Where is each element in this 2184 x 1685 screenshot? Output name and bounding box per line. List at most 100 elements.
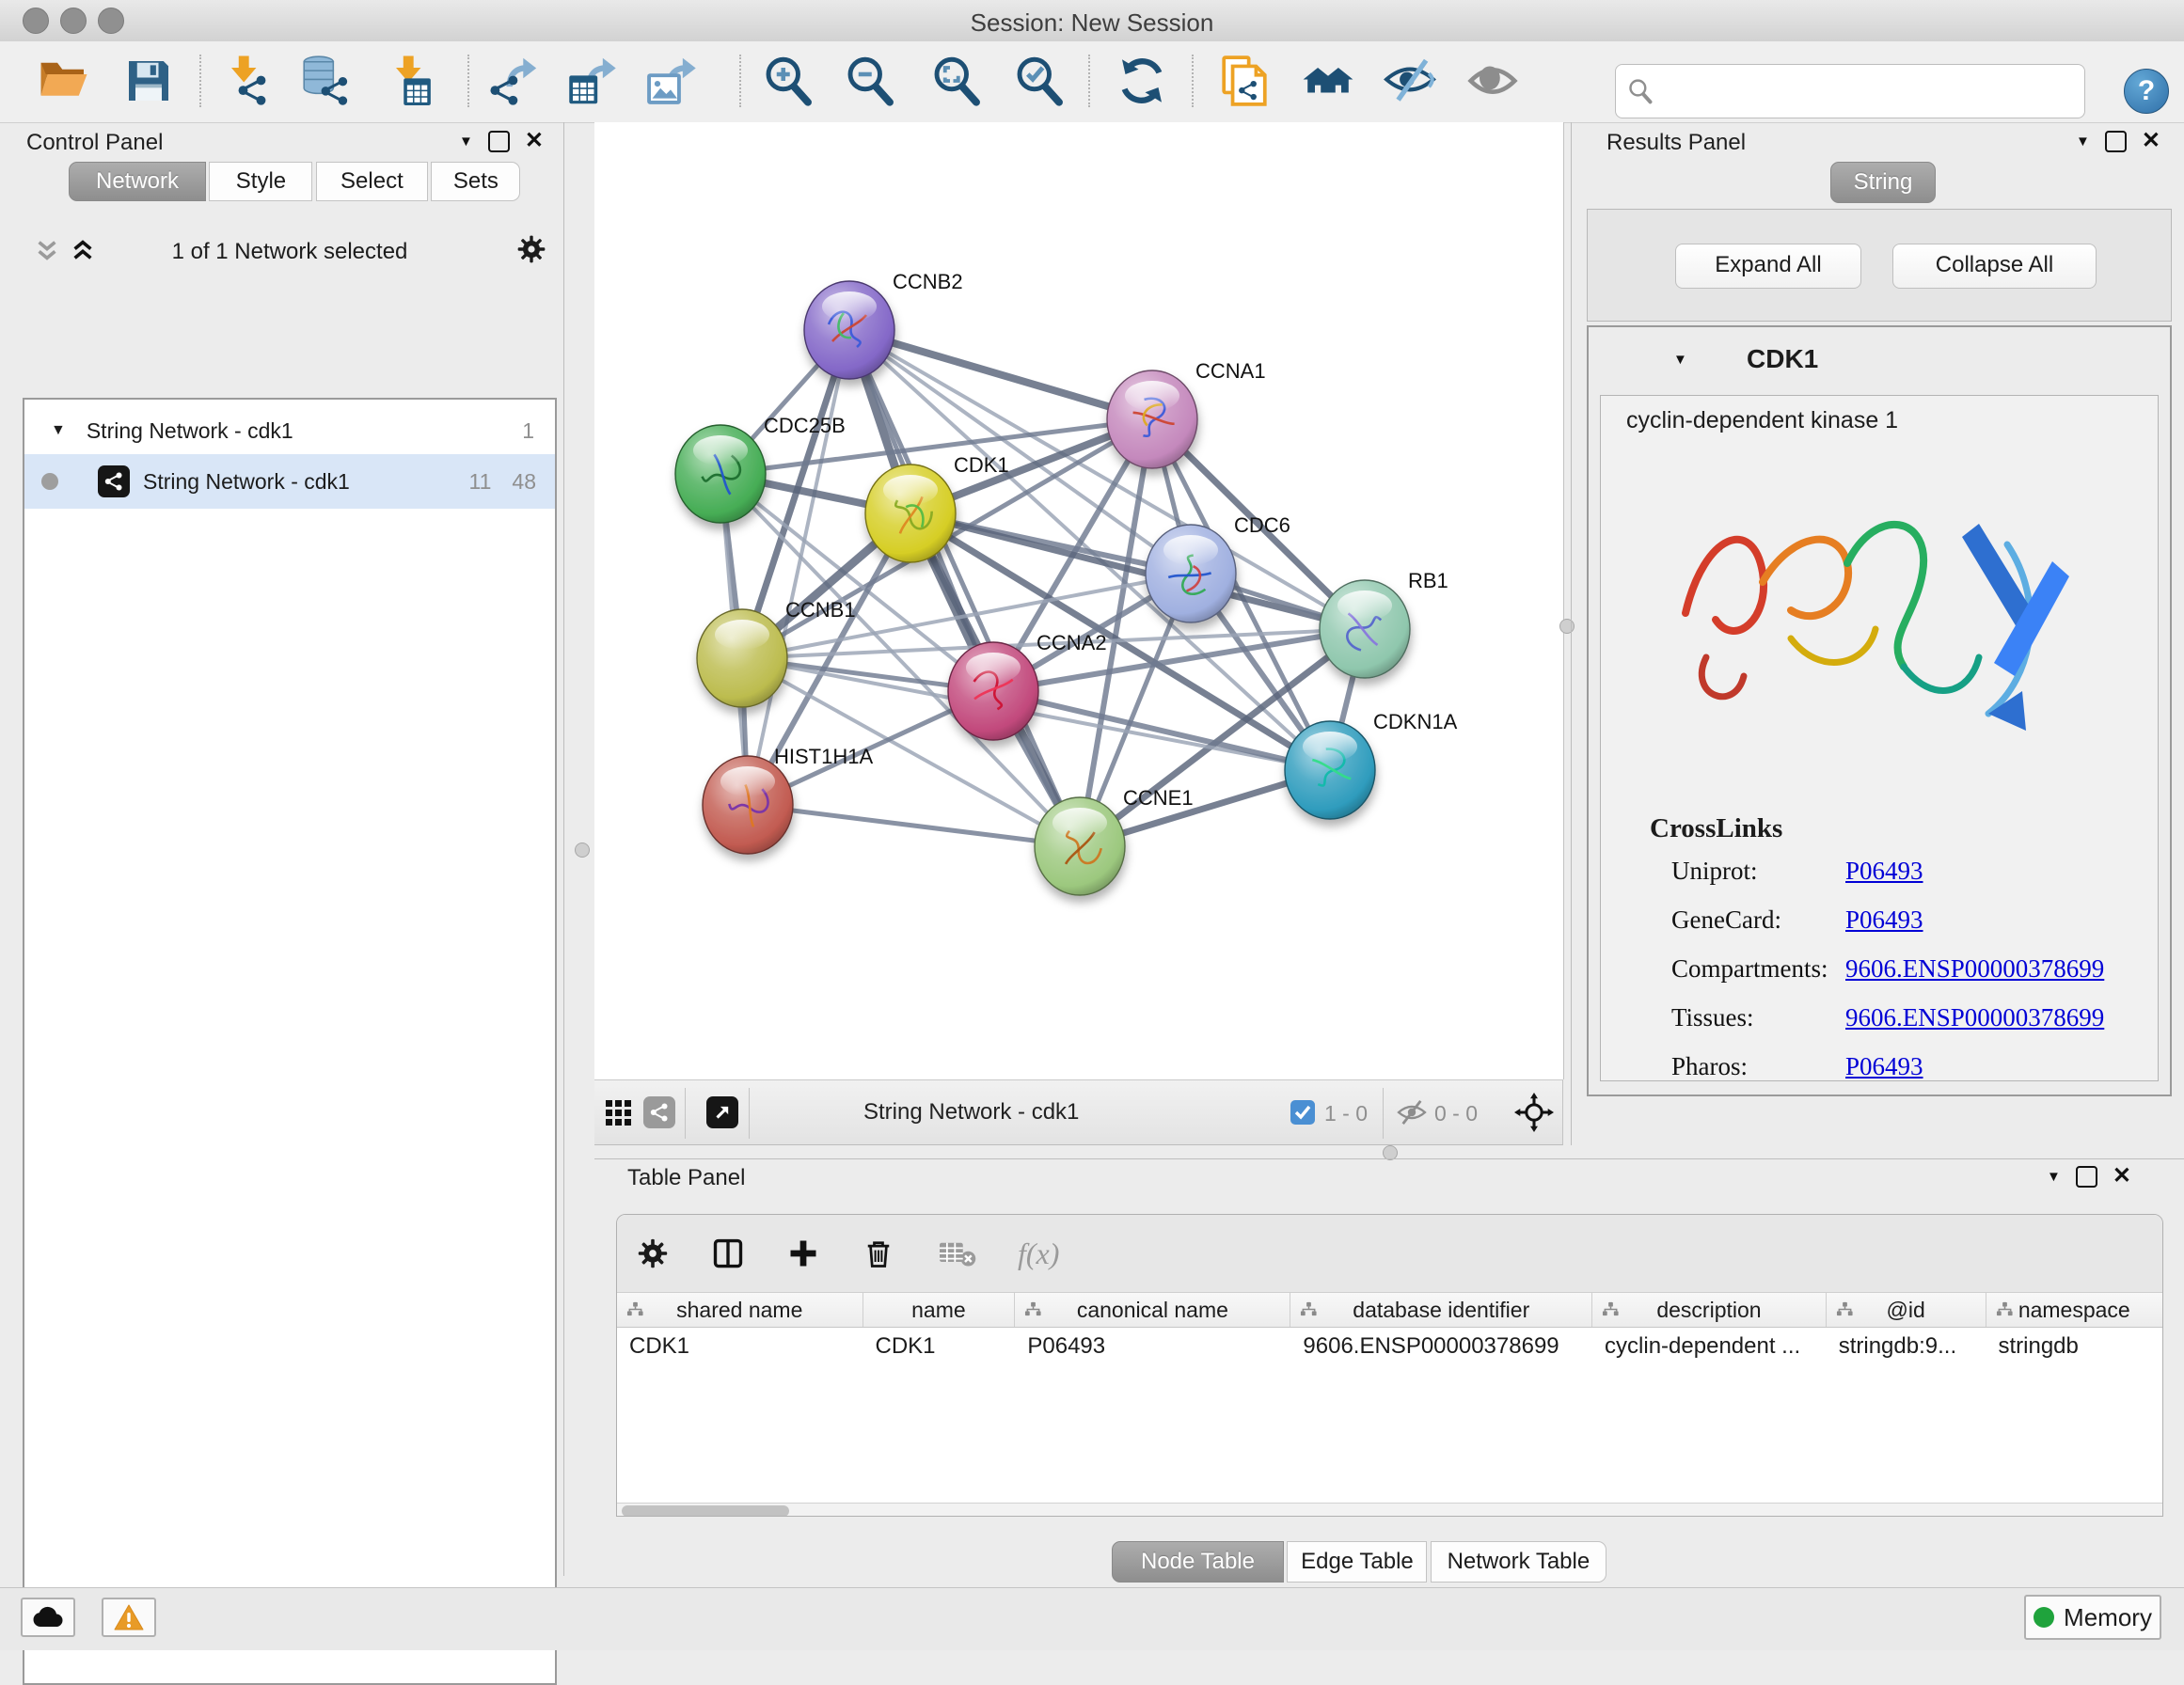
column-header[interactable]: canonical name [1015,1293,1290,1327]
detach-view-icon[interactable] [706,1096,738,1128]
save-session-icon[interactable] [122,55,175,107]
import-network-file-icon[interactable] [218,55,271,107]
column-header[interactable]: description [1592,1293,1827,1327]
zoom-selected-icon[interactable] [1013,55,1066,107]
toolbar-separator [199,55,201,107]
help-icon: ? [2138,75,2155,107]
crosslink-label: GeneCard: [1671,905,1781,935]
network-options-gear-icon[interactable] [515,233,547,265]
table-tabs: Node Table Edge Table Network Table [1112,1541,1606,1583]
tab-style[interactable]: Style [209,162,312,201]
network-collection-count: 1 [522,418,534,444]
tree-expand-icon[interactable]: ▼ [51,422,66,439]
network-row-selected[interactable]: String Network - cdk1 11 48 [24,454,555,509]
crosslink-link[interactable]: P06493 [1845,857,1923,886]
main-toolbar: ? [0,41,2184,123]
network-view-share-icon[interactable] [643,1096,675,1128]
toolbar-separator [1192,55,1194,107]
maximize-panel-icon[interactable] [488,131,510,152]
export-network-icon[interactable] [486,55,539,107]
column-header[interactable]: database identifier [1290,1293,1592,1327]
maximize-panel-icon[interactable] [2076,1166,2097,1188]
selected-checkbox-icon[interactable] [1290,1100,1315,1125]
open-session-icon[interactable] [38,55,90,107]
network-node-CCNA1: CCNA1 [1107,359,1266,468]
network-collection-row[interactable]: ▼ String Network - cdk1 1 [24,405,555,456]
float-panel-icon[interactable]: ▼ [459,134,473,150]
delete-column-icon[interactable] [862,1236,895,1270]
export-table-icon[interactable] [564,55,617,107]
scrollbar-thumb[interactable] [622,1505,789,1517]
cloud-button[interactable] [21,1598,75,1637]
tab-edge-table[interactable]: Edge Table [1287,1541,1427,1583]
crosslink-link[interactable]: 9606.ENSP00000378699 [1845,954,2104,984]
viewbar-separator [749,1088,750,1139]
column-tree-icon [1836,1300,1854,1318]
table-settings-gear-icon[interactable] [636,1236,670,1270]
gene-detail-box: ▼ CDK1 cyclin-dependent kinase 1 CrossLi… [1587,325,2172,1096]
refresh-icon[interactable] [1116,55,1168,107]
crosslink-link[interactable]: P06493 [1845,905,1923,935]
string-home-icon[interactable] [1302,55,1354,107]
network-graph[interactable]: CCNB2CCNA1CDC25BCDK1CDC6RB1CCNB1CCNA2CDK… [594,122,1563,1079]
table-panel: Table Panel ▼ ✕ f(x) shared name name ca… [594,1158,2184,1576]
vertical-splitter-handle[interactable] [575,842,590,858]
float-panel-icon[interactable]: ▼ [2076,134,2090,150]
grid-view-icon[interactable] [605,1099,633,1127]
maximize-panel-icon[interactable] [2105,131,2127,152]
crosslink-label: Tissues: [1671,1003,1754,1032]
hide-panel-eye-icon[interactable] [1384,55,1436,107]
delete-table-icon [937,1236,976,1270]
show-panel-eye-icon[interactable] [1466,55,1519,107]
tab-select[interactable]: Select [316,162,428,201]
viewbar-separator [685,1088,686,1139]
crosslink-link[interactable]: P06493 [1845,1052,1923,1081]
memory-button[interactable]: Memory [2024,1595,2161,1640]
column-header[interactable]: shared name [617,1293,863,1327]
crosslink-link[interactable]: 9606.ENSP00000378699 [1845,1003,2104,1032]
warnings-button[interactable] [102,1598,156,1637]
column-header[interactable]: @id [1827,1293,1986,1327]
import-table-file-icon[interactable] [383,55,435,107]
table-row[interactable]: CDK1 CDK1 P06493 9606.ENSP00000378699 cy… [617,1328,2162,1503]
tab-sets[interactable]: Sets [431,162,520,201]
zoom-fit-icon[interactable] [930,55,983,107]
crosslink-label: Uniprot: [1671,857,1758,886]
warning-icon [114,1604,144,1630]
export-image-icon[interactable] [644,55,697,107]
tab-network[interactable]: Network [69,162,206,201]
close-panel-icon[interactable]: ✕ [2142,130,2160,152]
gene-expand-icon[interactable]: ▼ [1673,352,1687,368]
help-button[interactable]: ? [2124,69,2169,114]
collapse-all-button[interactable]: Collapse All [1892,244,2097,289]
birdseye-crosshair-icon[interactable] [1514,1093,1554,1132]
close-panel-icon[interactable]: ✕ [525,130,544,152]
zoom-out-icon[interactable] [844,55,896,107]
status-bar: Memory [0,1587,2184,1650]
expand-all-button[interactable]: Expand All [1675,244,1861,289]
close-panel-icon[interactable]: ✕ [2113,1165,2131,1188]
tab-node-table[interactable]: Node Table [1112,1541,1284,1583]
clone-network-icon[interactable] [1218,55,1271,107]
column-header[interactable]: namespace [1986,1293,2162,1327]
hidden-eye-icon[interactable] [1396,1099,1428,1126]
zoom-in-icon[interactable] [762,55,815,107]
horizontal-scrollbar[interactable] [617,1503,2162,1517]
column-header[interactable]: name [863,1293,1016,1327]
float-panel-icon[interactable]: ▼ [2047,1169,2061,1185]
network-canvas[interactable]: CCNB2CCNA1CDC25BCDK1CDC6RB1CCNB1CCNA2CDK… [594,122,1564,1079]
gene-symbol: CDK1 [1747,344,1818,374]
cell-database-identifier: 9606.ENSP00000378699 [1290,1328,1592,1360]
network-collection-label: String Network - cdk1 [87,418,293,444]
results-panel-title: Results Panel [1606,130,1746,156]
search-input[interactable] [1661,77,2084,105]
search-icon [1627,78,1654,104]
show-columns-icon[interactable] [711,1236,745,1270]
tab-string[interactable]: String [1830,162,1936,203]
import-network-database-icon[interactable] [298,55,351,107]
cloud-icon [31,1605,65,1630]
add-column-icon[interactable] [786,1236,820,1270]
protein-structure-image [1648,449,2099,787]
memory-status-dot [2034,1607,2054,1628]
tab-network-table[interactable]: Network Table [1431,1541,1606,1583]
